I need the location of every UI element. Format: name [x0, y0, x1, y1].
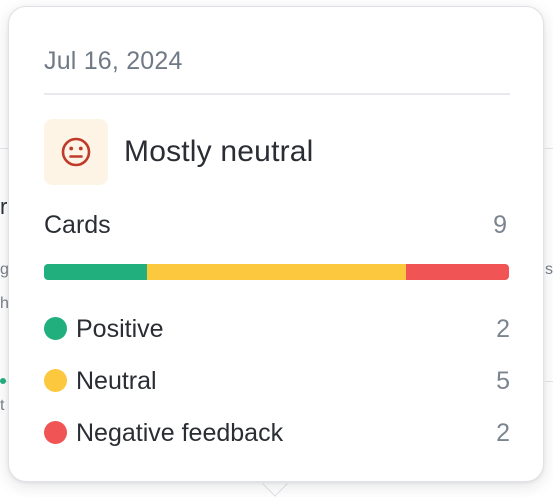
legend-label: Negative feedback — [76, 419, 284, 447]
tooltip-date: Jul 16, 2024 — [44, 47, 183, 75]
legend-label: Neutral — [76, 367, 157, 395]
cards-count: 9 — [493, 211, 507, 239]
legend-value: 2 — [496, 419, 510, 447]
neutral-face-icon — [61, 137, 91, 167]
legend-value: 5 — [496, 367, 510, 395]
background-divider — [545, 381, 553, 382]
background-divider — [0, 148, 8, 149]
positive-dot-icon — [44, 317, 67, 340]
legend-item-neutral: Neutral 5 — [44, 365, 510, 397]
legend-value: 2 — [496, 315, 510, 343]
neutral-dot-icon — [44, 369, 67, 392]
mood-summary-title: Mostly neutral — [124, 135, 314, 168]
legend-item-negative: Negative feedback 2 — [44, 417, 510, 449]
background-divider — [545, 148, 553, 149]
sentiment-tooltip: Jul 16, 2024 Mostly neutral Cards 9 Posi… — [8, 6, 544, 482]
legend-label: Positive — [76, 315, 164, 343]
cards-label: Cards — [44, 211, 111, 239]
mood-icon-container — [44, 119, 108, 185]
background-text-fragment: r — [0, 194, 8, 219]
background-text-fragment: t — [0, 397, 5, 414]
sentiment-distribution-bar — [44, 264, 509, 280]
background-text-fragment: s — [545, 261, 553, 278]
header-divider — [44, 93, 510, 95]
bar-segment-positive — [44, 264, 148, 280]
legend-item-positive: Positive 2 — [44, 313, 510, 345]
bar-segment-neutral — [147, 264, 406, 280]
bar-segment-negative — [405, 264, 509, 280]
background-status-dot — [0, 378, 6, 384]
negative-dot-icon — [44, 421, 67, 444]
